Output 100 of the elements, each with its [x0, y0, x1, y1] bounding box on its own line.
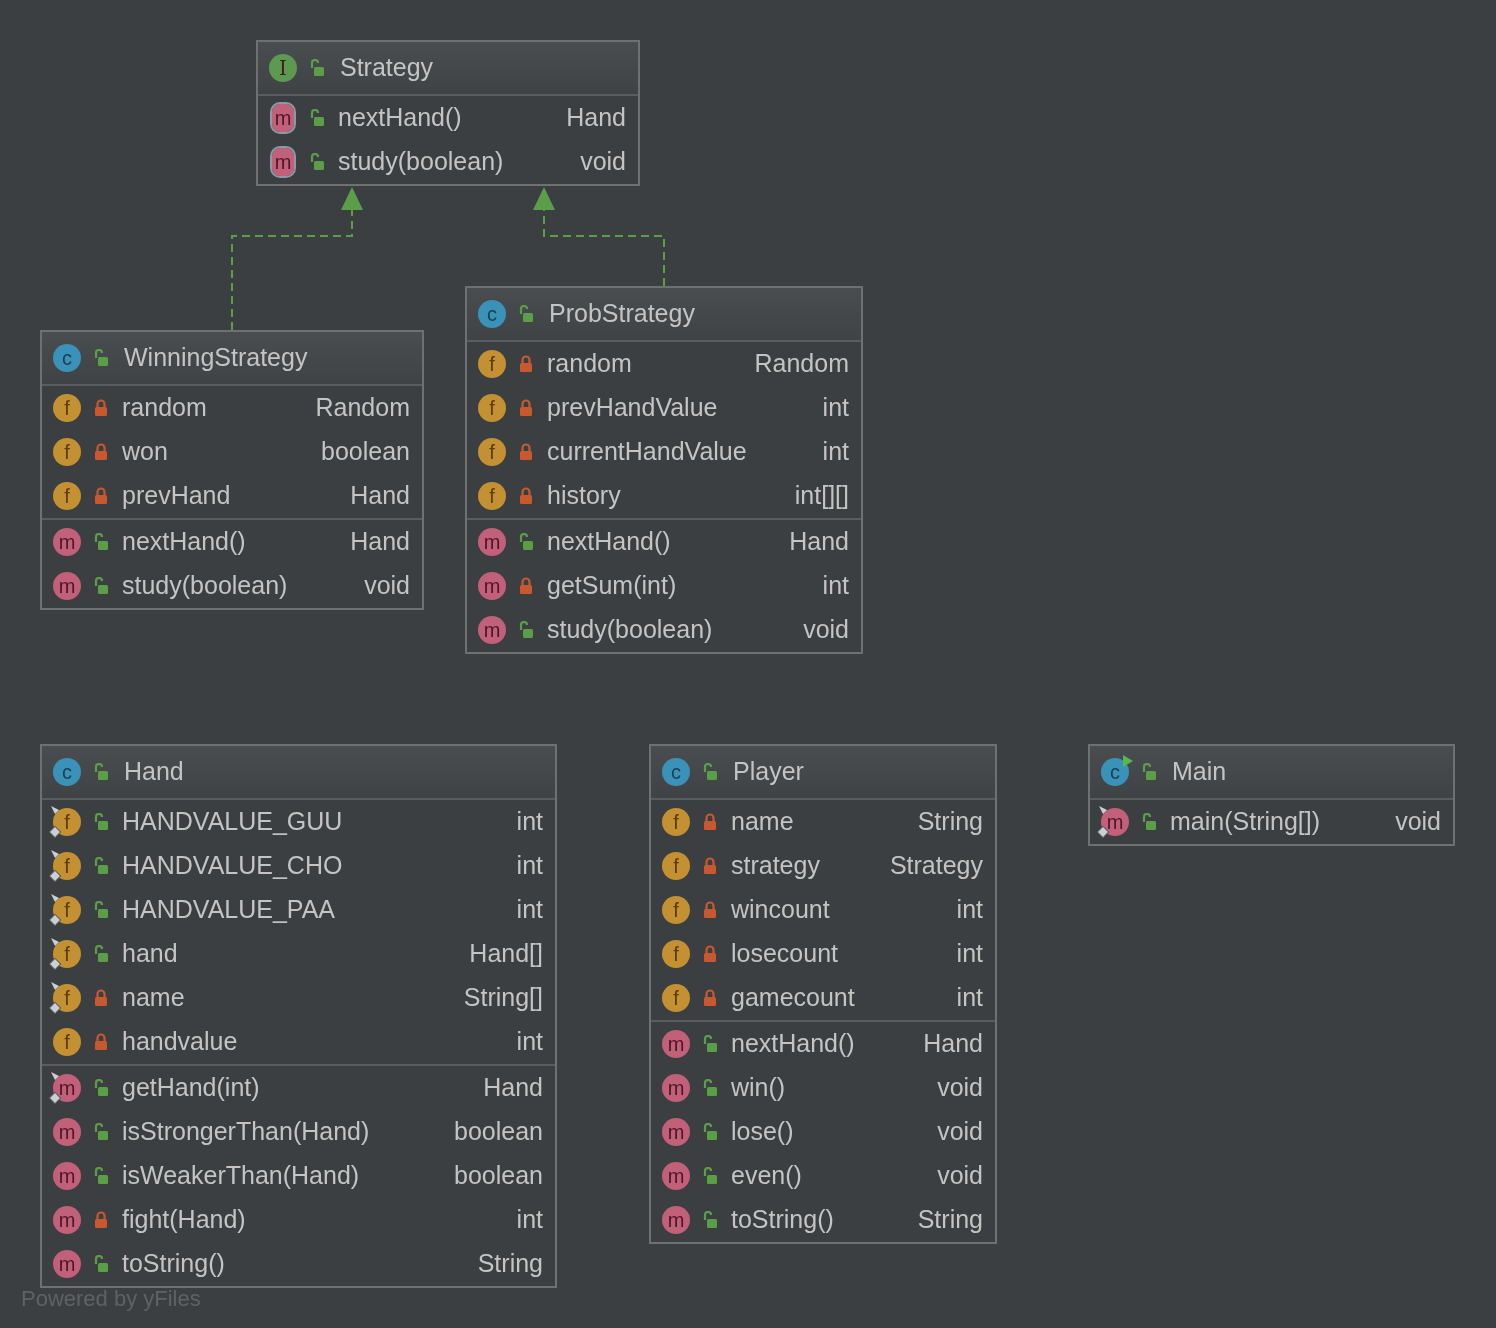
member-name: HANDVALUE_GUU: [122, 806, 343, 838]
member-type: boolean: [454, 1116, 543, 1148]
member-name: isWeakerThan(Hand): [122, 1160, 360, 1192]
member-name: random: [122, 392, 207, 424]
class-name: Strategy: [340, 52, 434, 84]
class-name: ProbStrategy: [549, 298, 695, 330]
field-icon: f: [53, 482, 81, 510]
member-type: void: [803, 614, 849, 646]
method-icon: m: [478, 528, 506, 556]
member-name: name: [731, 806, 794, 838]
member-name: prevHandValue: [547, 392, 718, 424]
member-type: String: [477, 1248, 543, 1280]
method-icon: m: [662, 1118, 690, 1146]
member-type: int: [822, 570, 849, 602]
class-icon: c: [53, 344, 81, 372]
field-icon: f: [662, 852, 690, 880]
member-name: toString(): [731, 1204, 834, 1236]
member-type: Hand: [566, 102, 626, 134]
method-icon: m: [53, 1206, 81, 1234]
abstract-method-icon: m: [272, 148, 294, 176]
member-type: void: [937, 1072, 983, 1104]
member-type: Hand: [350, 526, 410, 558]
member-type: Hand[]: [469, 938, 543, 970]
field-icon: f: [662, 940, 690, 968]
member-name: random: [547, 348, 632, 380]
member-type: void: [937, 1160, 983, 1192]
member-name: HANDVALUE_PAA: [122, 894, 336, 926]
member-name: currentHandValue: [547, 436, 747, 468]
member-name: gamecount: [731, 982, 855, 1014]
member-type: void: [580, 146, 626, 178]
member-name: lose(): [731, 1116, 794, 1148]
member-name: handvalue: [122, 1026, 238, 1058]
member-type: boolean: [321, 436, 410, 468]
member-type: int: [516, 806, 543, 838]
member-type: int: [822, 392, 849, 424]
method-icon: m: [53, 572, 81, 600]
member-type: Hand: [789, 526, 849, 558]
member-name: strategy: [731, 850, 820, 882]
field-icon: f: [53, 1028, 81, 1056]
method-icon: m: [662, 1162, 690, 1190]
method-icon: m: [53, 1250, 81, 1278]
field-icon: f: [478, 394, 506, 422]
member-name: main(String[]): [1170, 806, 1321, 838]
member-type: int: [956, 982, 983, 1014]
member-type: int: [516, 850, 543, 882]
member-type: Random: [754, 348, 849, 380]
method-icon: m: [662, 1206, 690, 1234]
member-name: wincount: [731, 894, 830, 926]
member-name: hand: [122, 938, 178, 970]
member-name: HANDVALUE_CHO: [122, 850, 343, 882]
field-icon: f: [662, 808, 690, 836]
member-type: int: [822, 436, 849, 468]
member-type: int: [516, 894, 543, 926]
member-name: fight(Hand): [122, 1204, 246, 1236]
field-icon: f: [53, 394, 81, 422]
field-icon: f: [478, 482, 506, 510]
method-icon: m: [478, 616, 506, 644]
member-name: even(): [731, 1160, 802, 1192]
member-type: int: [956, 894, 983, 926]
member-type: String[]: [463, 982, 543, 1014]
member-name: nextHand(): [122, 526, 246, 558]
method-icon: m: [478, 572, 506, 600]
member-name: study(boolean): [338, 146, 504, 178]
member-type: Hand: [923, 1028, 983, 1060]
member-type: int: [516, 1204, 543, 1236]
class-name: Main: [1172, 756, 1227, 788]
member-name: nextHand(): [338, 102, 462, 134]
member-type: int: [956, 938, 983, 970]
member-name: isStrongerThan(Hand): [122, 1116, 370, 1148]
member-name: win(): [731, 1072, 786, 1104]
member-name: study(boolean): [547, 614, 713, 646]
member-type: void: [937, 1116, 983, 1148]
member-type: Hand: [483, 1072, 543, 1104]
member-name: nextHand(): [547, 526, 671, 558]
method-icon: m: [53, 1162, 81, 1190]
abstract-method-icon: m: [272, 104, 294, 132]
interface-icon: I: [269, 54, 297, 82]
member-name: getSum(int): [547, 570, 677, 602]
field-icon: f: [478, 350, 506, 378]
class-name: WinningStrategy: [124, 342, 308, 374]
member-type: Random: [315, 392, 410, 424]
member-name: name: [122, 982, 185, 1014]
member-name: losecount: [731, 938, 839, 970]
member-name: getHand(int): [122, 1072, 260, 1104]
field-icon: f: [478, 438, 506, 466]
member-type: boolean: [454, 1160, 543, 1192]
member-type: Hand: [350, 480, 410, 512]
member-name: nextHand(): [731, 1028, 855, 1060]
method-icon: m: [53, 528, 81, 556]
member-type: int: [516, 1026, 543, 1058]
member-name: won: [122, 436, 168, 468]
member-type: String: [917, 1204, 983, 1236]
field-icon: f: [662, 896, 690, 924]
member-name: toString(): [122, 1248, 225, 1280]
class-icon: c: [1101, 758, 1129, 786]
member-type: Strategy: [889, 850, 983, 882]
class-icon: c: [662, 758, 690, 786]
member-type: String: [917, 806, 983, 838]
class-icon: c: [478, 300, 506, 328]
member-type: void: [364, 570, 410, 602]
